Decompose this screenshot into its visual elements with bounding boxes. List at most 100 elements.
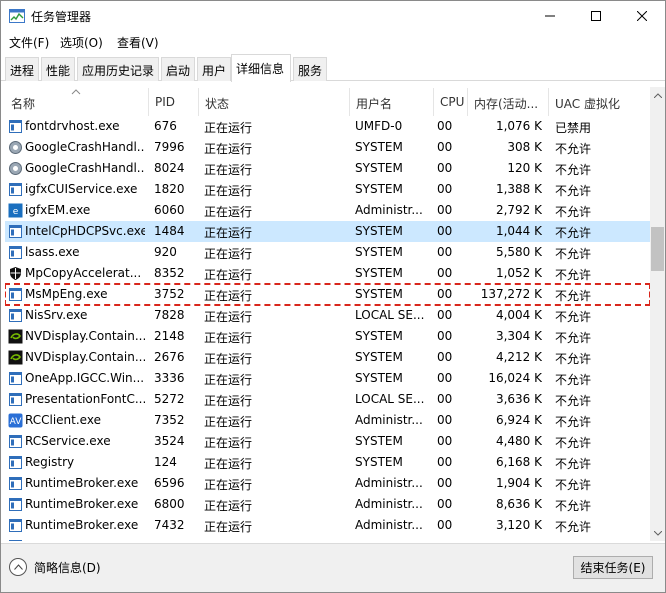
column-uac[interactable]: UAC 虚拟化 xyxy=(549,88,650,116)
table-row[interactable]: NisSrv.exe 7828 正在运行 LOCAL SE... 00 4,004 K 不允… xyxy=(5,305,650,326)
cell-status: 正在运行 xyxy=(204,457,253,471)
cell-username: SYSTEM xyxy=(355,245,403,259)
cell-uac: 不允许 xyxy=(555,478,592,492)
cell-process-name: igfxCUIService.exe xyxy=(25,182,138,196)
minimize-button[interactable] xyxy=(527,1,573,31)
cell-memory: 16,024 K xyxy=(488,371,542,385)
tab-startup[interactable]: 启动 xyxy=(161,57,195,81)
cell-process-name: MpCopyAccelerat... xyxy=(25,266,142,280)
table-row[interactable]: Registry 124 正在运行 SYSTEM 00 6,168 K 不允许 xyxy=(5,452,650,473)
table-row[interactable]: RuntimeBroker.exe 6800 正在运行 Administr... 00 8… xyxy=(5,494,650,515)
table-row[interactable]: RCService.exe 3524 正在运行 SYSTEM 00 4,480 K 不允许 xyxy=(5,431,650,452)
table-row[interactable]: GoogleCrashHandl... 7996 正在运行 SYSTEM 00 308 K… xyxy=(5,137,650,158)
end-task-button[interactable]: 结束任务(E) xyxy=(573,556,653,579)
column-username[interactable]: 用户名 xyxy=(350,88,434,116)
column-status[interactable]: 状态 xyxy=(199,88,350,116)
title-bar: 任务管理器 xyxy=(1,1,665,31)
cell-username: SYSTEM xyxy=(355,434,403,448)
scroll-up-button[interactable] xyxy=(650,87,665,103)
cell-uac: 不允许 xyxy=(555,415,592,429)
cell-process-name: NisSrv.exe xyxy=(25,308,88,322)
chevron-up-circle-icon xyxy=(9,558,27,576)
cell-process-name: RuntimeBroker.exe xyxy=(25,518,139,532)
table-row[interactable]: lsass.exe 920 正在运行 SYSTEM 00 5,580 K 不允许 xyxy=(5,242,650,263)
table-row[interactable]: OneApp.IGCC.Win... 3336 正在运行 SYSTEM 00 16,024… xyxy=(5,368,650,389)
menu-file[interactable]: 文件(F) xyxy=(9,34,49,51)
cell-status: 正在运行 xyxy=(204,394,253,408)
table-row[interactable]: ScreenCon.exe 3316 正在运行 SYSTEM00 41,644 K 不允许 xyxy=(5,536,650,541)
column-memory[interactable]: 内存(活动... xyxy=(468,88,549,116)
menu-bar: 文件(F) 选项(O) 查看(V) xyxy=(1,31,665,53)
window-icon xyxy=(9,120,22,133)
window-icon xyxy=(9,477,22,490)
table-row[interactable]: fontdrvhost.exe 676 正在运行 UMFD-0 00 1,076 K 已禁用 xyxy=(5,116,650,137)
tab-users[interactable]: 用户 xyxy=(197,57,231,81)
table-row[interactable]: NVDisplay.Contain... 2676 正在运行 SYSTEM 00 4,21… xyxy=(5,347,650,368)
table-row[interactable]: RuntimeBroker.exe 7432 正在运行 Administr... 00 3… xyxy=(5,515,650,536)
table-row[interactable]: e igfxEM.exe 6060 正在运行 Administr... 00 2,792 K… xyxy=(5,200,650,221)
table-row[interactable]: NVDisplay.Contain... 2148 正在运行 SYSTEM 00 3,30… xyxy=(5,326,650,347)
fewer-details-button[interactable]: 简略信息(D) xyxy=(9,558,101,576)
cell-memory: 2,792 K xyxy=(495,203,542,217)
column-cpu[interactable]: CPU xyxy=(434,88,468,116)
cell-process-name: RuntimeBroker.exe xyxy=(25,497,139,511)
window-title: 任务管理器 xyxy=(31,10,92,24)
cell-cpu: 00 xyxy=(437,266,453,280)
cell-pid: 1484 xyxy=(154,224,185,238)
cell-process-name: lsass.exe xyxy=(25,245,80,259)
cell-cpu: 00 xyxy=(437,392,453,406)
window-icon xyxy=(9,372,22,385)
cell-username: SYSTEM xyxy=(355,329,403,343)
vertical-scrollbar[interactable] xyxy=(650,87,665,541)
cell-status: 正在运行 xyxy=(204,415,253,429)
cell-memory: 41,644 K xyxy=(466,536,542,541)
cell-memory: 1,044 K xyxy=(495,224,542,238)
scrollbar-thumb[interactable] xyxy=(651,227,664,271)
shield-icon xyxy=(10,267,21,280)
cell-cpu: 00 xyxy=(437,245,453,259)
cell-pid: 8352 xyxy=(154,266,185,280)
cell-status: 正在运行 xyxy=(204,352,253,366)
cell-pid: 5272 xyxy=(154,392,185,406)
tab-performance[interactable]: 性能 xyxy=(41,57,75,81)
table-row[interactable]: RuntimeBroker.exe 6596 正在运行 Administr... 00 1… xyxy=(5,473,650,494)
table-row[interactable]: PresentationFontC... 5272 正在运行 LOCAL SE... 0… xyxy=(5,389,650,410)
cell-status: 正在运行 xyxy=(204,331,253,345)
window-icon xyxy=(9,519,22,532)
scroll-down-button[interactable] xyxy=(650,525,665,541)
menu-options[interactable]: 选项(O) xyxy=(60,34,103,51)
tab-app-history[interactable]: 应用历史记录 xyxy=(77,57,159,81)
column-pid[interactable]: PID xyxy=(149,88,199,116)
cell-memory: 3,636 K xyxy=(495,392,542,406)
cell-cpu: 00 xyxy=(437,476,453,490)
close-button[interactable] xyxy=(619,1,665,31)
gear-icon xyxy=(9,141,22,154)
maximize-button[interactable] xyxy=(573,1,619,31)
cell-memory: 308 K xyxy=(507,140,542,154)
table-row[interactable]: MsMpEng.exe 3752 正在运行 SYSTEM 00 137,272 K 不允许 xyxy=(5,283,650,306)
table-row[interactable]: GoogleCrashHandl... 8024 正在运行 SYSTEM 00 120 K… xyxy=(5,158,650,179)
tab-services[interactable]: 服务 xyxy=(293,57,327,81)
av-icon: AV xyxy=(8,413,23,428)
table-row[interactable]: MpCopyAccelerat... 8352 正在运行 SYSTEM 00 1,052 … xyxy=(5,263,650,284)
cell-status: 正在运行 xyxy=(204,205,253,219)
table-row[interactable]: igfxCUIService.exe 1820 正在运行 SYSTEM 00 1,388 … xyxy=(5,179,650,200)
cell-process-name: NVDisplay.Contain... xyxy=(25,329,145,343)
svg-text:AV: AV xyxy=(10,417,23,427)
cell-cpu: 00 xyxy=(437,518,453,532)
tab-processes[interactable]: 进程 xyxy=(5,57,39,81)
table-row[interactable]: IntelCpHDCPSvc.exe 1484 正在运行 SYSTEM 00 1,044 … xyxy=(5,221,650,242)
menu-view[interactable]: 查看(V) xyxy=(117,34,159,51)
cell-username: Administr... xyxy=(355,203,423,217)
cell-cpu: 00 xyxy=(437,287,453,301)
tab-details[interactable]: 详细信息 xyxy=(231,54,291,82)
task-manager-window: 任务管理器 文件(F) 选项(O) 查看(V) 进程 性能 应用历史记录 启动 … xyxy=(0,0,666,593)
cell-pid: 6596 xyxy=(154,476,185,490)
cell-uac: 不允许 xyxy=(555,310,592,324)
nvidia-icon xyxy=(8,329,23,344)
table-row[interactable]: AV RCClient.exe 7352 正在运行 Administr... 00 6,92… xyxy=(5,410,650,431)
cell-memory: 1,076 K xyxy=(495,119,542,133)
window-icon xyxy=(9,309,22,322)
cell-cpu: 00 xyxy=(437,350,453,364)
cell-status: 正在运行 xyxy=(204,163,253,177)
